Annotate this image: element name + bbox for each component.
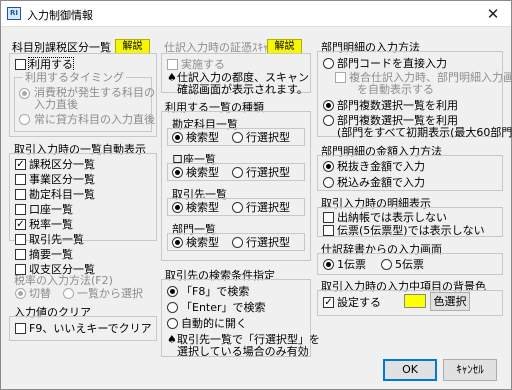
bg-color-label: 設定する [337,296,381,309]
sec1-help-button[interactable]: 解説 [115,39,150,54]
dept-multi-radio[interactable] [323,100,334,111]
timing-radio-1[interactable] [19,88,30,99]
detail-slip-checkbox[interactable] [323,225,334,236]
journal-1slip-radio[interactable] [323,259,334,270]
client-search-f8-label: 「F8」で検索 [181,285,250,298]
client-list-row-radio[interactable] [232,202,243,213]
auto-list-checkbox-5[interactable]: ✓ [15,219,26,230]
tax-input-switch-label: 切替 [29,287,51,300]
bank-list-search-label: 検索型 [186,166,219,179]
auto-list-checkbox-4[interactable] [15,204,26,215]
client-search-auto-radio[interactable] [167,318,178,329]
timing-title: 利用するタイミング [23,71,126,84]
detail-slip-label: 伝票(5伝票型)では表示しない [337,224,485,237]
auto-list-label-4: 口座一覧 [29,203,73,216]
client-list-search-radio[interactable] [172,202,183,213]
dept-list-row-label: 行選択型 [246,236,290,249]
client-search-auto-label: 自動的に開く [181,317,247,330]
account-list-search-radio[interactable] [172,132,183,143]
client-search-enter-label: 「Enter」で検索 [181,301,266,314]
client-list-row-label: 行選択型 [246,201,290,214]
scan-note-line2: 確認画面が表示されます。 [177,83,308,96]
client-list-search-label: 検索型 [186,201,219,214]
dept-multi-all-sub: (部門をすべて初期表示(最大60部門)) [337,126,512,139]
clear-f9-label: F9、いいえキーでクリア [29,322,152,335]
detail-ledger-label: 出納帳では表示しない [337,211,447,224]
bank-list-row-radio[interactable] [232,167,243,178]
auto-list-label-1: 課税区分一覧 [29,158,95,171]
window-title: 入力制御情報 [27,9,93,22]
cancel-button[interactable]: ｷｬﾝｾﾙ [443,359,497,381]
auto-list-checkbox-6[interactable] [15,234,26,245]
bg-color-swatch [404,294,426,308]
dept-multi-label: 部門複数選択一覧を利用 [337,99,458,112]
scan-checkbox[interactable] [167,59,178,70]
title-bar[interactable]: RI 入力制御情報 ✕ [1,1,511,27]
auto-list-label-5: 税率一覧 [29,218,73,231]
client-note-line2: 選択している場合のみ有効 [177,345,309,358]
dept-list-search-radio[interactable] [172,237,183,248]
tax-input-radio-switch[interactable] [15,288,26,299]
auto-list-checkbox-7[interactable] [15,249,26,260]
account-list-row-label: 行選択型 [246,131,290,144]
sec2-help-button[interactable]: 解説 [267,39,302,54]
clear-f9-checkbox[interactable] [15,323,26,334]
bg-color-checkbox[interactable]: ✓ [323,297,334,308]
auto-list-checkbox-3[interactable] [15,189,26,200]
bank-list-search-radio[interactable] [172,167,183,178]
dept-auto-show-checkbox[interactable] [335,72,346,83]
use-label[interactable]: 利用する [28,57,74,72]
dept-list-row-radio[interactable] [232,237,243,248]
auto-list-label-3: 勘定科目一覧 [29,188,95,201]
dept-list-search-label: 検索型 [186,236,219,249]
detail-ledger-checkbox[interactable] [323,212,334,223]
auto-list-label-7: 摘要一覧 [29,248,73,261]
use-checkbox[interactable] [15,59,26,70]
account-list-search-label: 検索型 [186,131,219,144]
scan-label: 実施する [181,58,225,71]
dept-auto-show-label2: を自動表示する [357,83,434,96]
account-list-row-radio[interactable] [232,132,243,143]
dept-direct-label: 部門コードを直接入力 [337,57,447,70]
timing-opt1b-label: 入力直後 [34,98,78,111]
auto-list-checkbox-1[interactable]: ✓ [15,159,26,170]
client-note-icon: ♠ [167,333,177,346]
tax-input-radio-list[interactable] [63,288,74,299]
timing-opt2-label: 常に貸方科目の入力直後 [34,113,155,126]
sec9-title: 税率の入力方法(F2) [14,274,113,287]
amount-incl-radio[interactable] [323,177,334,188]
ok-button[interactable]: OK [383,359,437,381]
dialog-window: RI 入力制御情報 ✕ 科目別課税区分一覧 解説 利用する 利用するタイミング … [0,0,512,390]
close-icon[interactable]: ✕ [483,4,503,24]
bank-list-row-label: 行選択型 [246,166,290,179]
journal-1slip-label: 1伝票 [337,258,366,271]
auto-list-label-6: 取引先一覧 [29,233,84,246]
app-icon: RI [7,7,21,20]
journal-5slip-radio[interactable] [381,259,392,270]
amount-incl-label: 税込み金額で入力 [337,176,425,189]
amount-excl-label: 税抜き金額で入力 [337,160,425,173]
color-select-button[interactable]: 色選択 [430,292,470,311]
auto-list-label-2: 事業区分一覧 [29,173,95,186]
journal-5slip-label: 5伝票 [395,258,424,271]
client-search-f8-radio[interactable] [167,286,178,297]
amount-excl-radio[interactable] [323,161,334,172]
timing-radio-2[interactable] [19,114,30,125]
auto-list-checkbox-2[interactable] [15,174,26,185]
dept-multi-all-radio[interactable] [323,115,334,126]
scan-note-icon: ♠ [167,71,177,84]
tax-input-list-label: 一覧から選択 [77,287,143,300]
client-search-enter-radio[interactable] [167,302,178,313]
dept-direct-radio[interactable] [323,58,334,69]
